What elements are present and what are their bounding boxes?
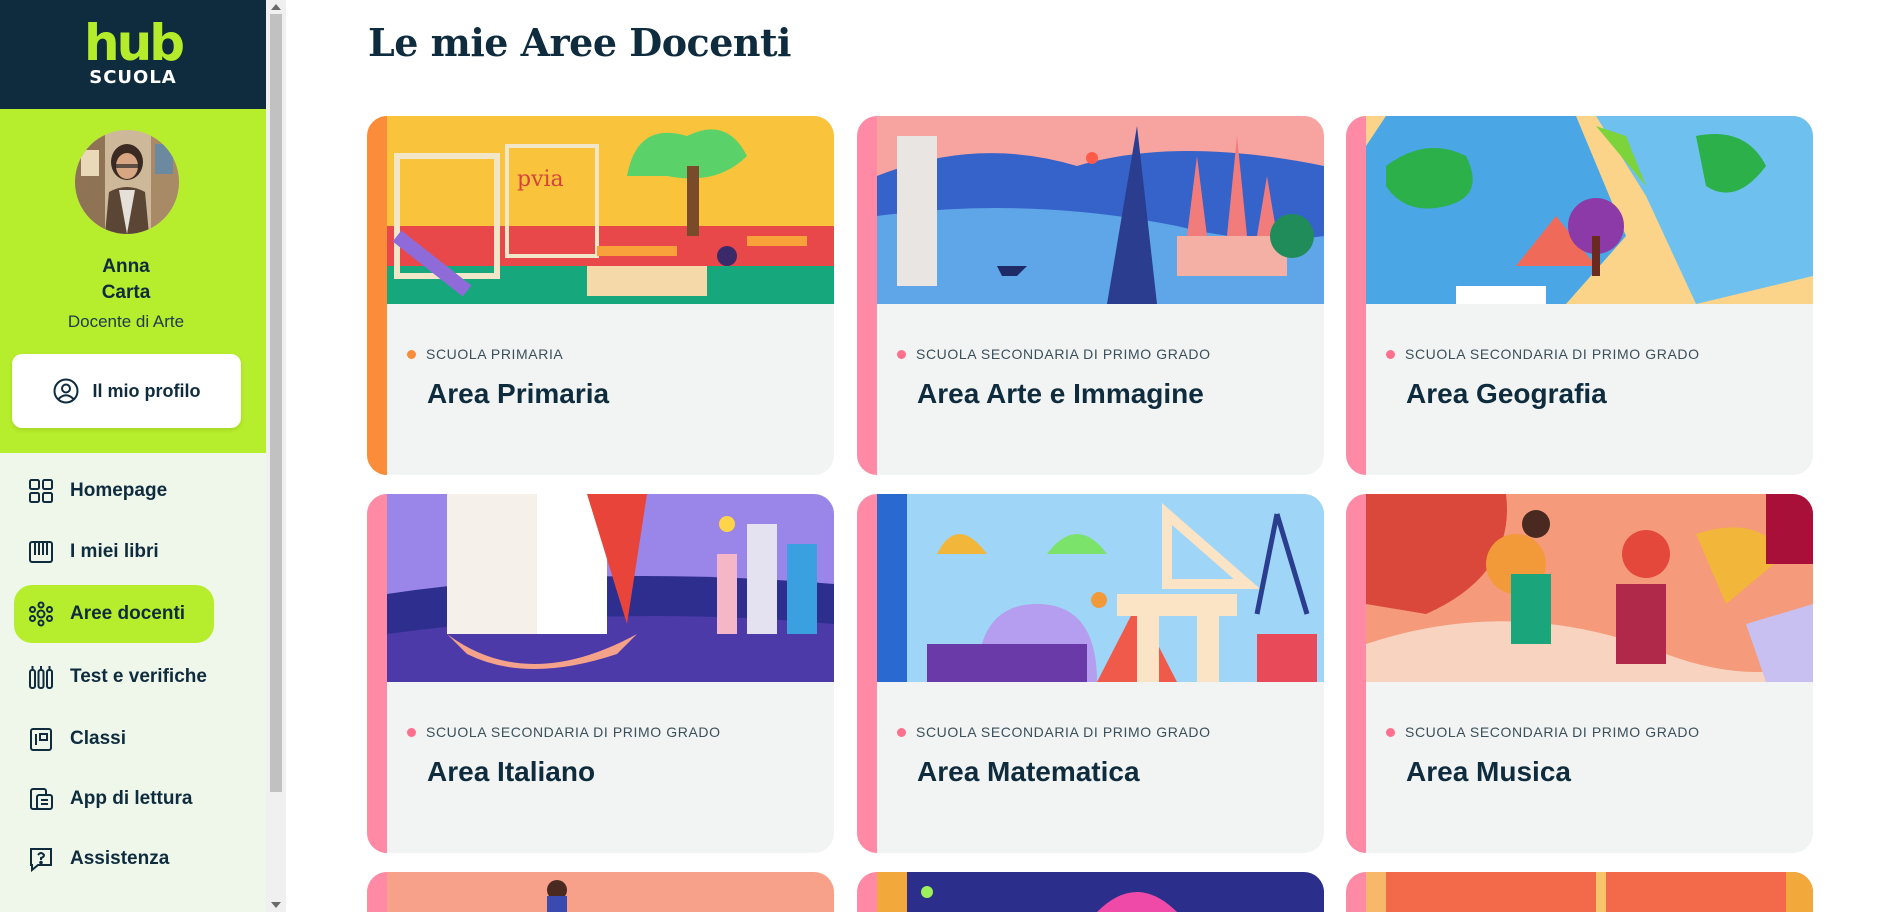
card-illustration	[387, 872, 834, 912]
page-title: Le mie Aree Docenti	[368, 20, 792, 65]
sidebar-item-label: Test e verifiche	[70, 666, 207, 687]
sidebar-item-reading-app[interactable]: App di lettura	[14, 770, 192, 828]
card-illustration: pvia	[387, 116, 834, 304]
card-area-arte-immagine[interactable]: SCUOLA SECONDARIA DI PRIMO GRADO Area Ar…	[857, 116, 1324, 475]
card-accent-stripe	[857, 116, 877, 475]
card-accent-stripe	[857, 872, 877, 912]
areas-icon	[29, 601, 53, 627]
card-level: SCUOLA SECONDARIA DI PRIMO GRADO	[1386, 724, 1700, 740]
user-role: Docente di Arte	[67, 312, 185, 331]
user-circle-icon	[53, 378, 78, 404]
logo[interactable]: hub SCUOLA	[0, 0, 266, 109]
card-partial[interactable]	[1346, 872, 1813, 912]
my-profile-button[interactable]: Il mio profilo	[12, 354, 241, 428]
card-area-matematica[interactable]: SCUOLA SECONDARIA DI PRIMO GRADO Area Ma…	[857, 494, 1324, 853]
reader-icon	[30, 788, 53, 810]
sidebar-item-label: Classi	[70, 728, 126, 749]
card-area-geografia[interactable]: SCUOLA SECONDARIA DI PRIMO GRADO Area Ge…	[1346, 116, 1813, 475]
user-first-name: Anna	[102, 256, 150, 277]
card-area-musica[interactable]: SCUOLA SECONDARIA DI PRIMO GRADO Area Mu…	[1346, 494, 1813, 853]
card-partial[interactable]	[367, 872, 834, 912]
card-title: Area Musica	[1406, 756, 1571, 787]
tests-icon	[29, 666, 53, 689]
books-icon	[29, 541, 53, 563]
card-illustration	[1366, 116, 1813, 304]
card-level-label: SCUOLA PRIMARIA	[426, 346, 564, 362]
class-icon	[30, 728, 52, 751]
card-title: Area Arte e Immagine	[917, 378, 1204, 409]
scroll-down-arrow[interactable]	[271, 902, 281, 908]
card-level-label: SCUOLA SECONDARIA DI PRIMO GRADO	[1405, 724, 1700, 740]
logo-hub: hub	[84, 14, 185, 72]
sidebar-item-classes[interactable]: Classi	[14, 710, 126, 768]
card-partial[interactable]	[857, 872, 1324, 912]
help-icon	[30, 848, 52, 872]
level-dot	[407, 349, 416, 359]
level-dot	[1386, 349, 1395, 359]
user-last-name: Carta	[101, 282, 151, 303]
sidebar-item-help[interactable]: Assistenza	[14, 830, 169, 888]
sidebar-item-label: Aree docenti	[70, 603, 186, 624]
card-accent-stripe	[857, 494, 877, 853]
level-dot	[897, 349, 906, 359]
avatar	[75, 130, 179, 234]
sidebar-scrollbar[interactable]	[266, 0, 286, 912]
card-area-italiano[interactable]: SCUOLA SECONDARIA DI PRIMO GRADO Area It…	[367, 494, 834, 853]
card-level-label: SCUOLA SECONDARIA DI PRIMO GRADO	[1405, 346, 1700, 362]
card-illustration	[877, 494, 1324, 682]
card-title: Area Matematica	[917, 756, 1140, 787]
card-accent-stripe	[1346, 494, 1366, 853]
sidebar-item-homepage[interactable]: Homepage	[14, 462, 167, 520]
scroll-thumb[interactable]	[270, 14, 282, 792]
card-accent-stripe	[367, 494, 387, 853]
sidebar-item-tests[interactable]: Test e verifiche	[14, 648, 207, 706]
level-dot	[897, 727, 906, 737]
card-level: SCUOLA SECONDARIA DI PRIMO GRADO	[407, 724, 721, 740]
card-illustration	[387, 494, 834, 682]
card-accent-stripe	[1346, 872, 1366, 912]
card-illustration	[1366, 872, 1813, 912]
sidebar-item-my-books[interactable]: I miei libri	[14, 523, 159, 581]
card-illustration	[1366, 494, 1813, 682]
card-accent-stripe	[367, 872, 387, 912]
card-level-label: SCUOLA SECONDARIA DI PRIMO GRADO	[916, 724, 1211, 740]
sidebar-item-teacher-areas[interactable]: Aree docenti	[14, 585, 214, 643]
level-dot	[407, 727, 416, 737]
card-title: Area Primaria	[427, 378, 610, 409]
card-level: SCUOLA SECONDARIA DI PRIMO GRADO	[897, 346, 1211, 362]
sidebar-item-label: I miei libri	[70, 541, 159, 562]
card-level-label: SCUOLA SECONDARIA DI PRIMO GRADO	[916, 346, 1211, 362]
my-profile-label: Il mio profilo	[92, 380, 201, 401]
logo-scuola: SCUOLA	[89, 67, 177, 88]
scroll-up-arrow[interactable]	[271, 4, 281, 10]
card-title: Area Italiano	[427, 756, 596, 787]
card-level: SCUOLA SECONDARIA DI PRIMO GRADO	[1386, 346, 1700, 362]
card-title: Area Geografia	[1406, 378, 1607, 409]
card-level: SCUOLA PRIMARIA	[407, 346, 563, 362]
card-accent-stripe	[367, 116, 387, 475]
grid-icon	[29, 479, 53, 503]
card-area-primaria[interactable]: pvia SCUOLA PRIMARIA Area Primaria	[367, 116, 834, 475]
level-dot	[1386, 727, 1395, 737]
card-illustration	[877, 872, 1324, 912]
sidebar-item-label: App di lettura	[70, 788, 193, 809]
card-illustration	[877, 116, 1324, 304]
sidebar-item-label: Assistenza	[70, 848, 170, 869]
sidebar-item-label: Homepage	[70, 480, 168, 501]
card-level-label: SCUOLA SECONDARIA DI PRIMO GRADO	[426, 724, 721, 740]
sidebar: hub SCUOLA Anna Carta Docente di Arte Il…	[0, 0, 266, 912]
card-level: SCUOLA SECONDARIA DI PRIMO GRADO	[897, 724, 1211, 740]
profile-panel: Anna Carta Docente di Arte Il mio profil…	[0, 109, 266, 453]
svg-text:pvia: pvia	[517, 167, 564, 192]
card-accent-stripe	[1346, 116, 1366, 475]
